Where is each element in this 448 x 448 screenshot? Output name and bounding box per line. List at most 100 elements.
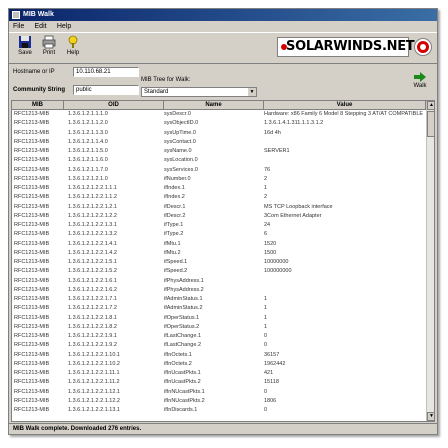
table-row[interactable]: RFC1213-MIB 1.3.6.1.2.1.1.3.0 sysUpTime.0 1… xyxy=(12,129,426,138)
table-row[interactable]: RFC1213-MIB 1.3.6.1.2.1.2.2.1.8.2 ifOperSt… xyxy=(12,323,426,332)
cell-name: ifPhysAddress.1 xyxy=(164,277,204,284)
cell-oid: 1.3.6.1.2.1.1.4.0 xyxy=(68,138,108,145)
column-header-oid[interactable]: OID xyxy=(64,101,164,110)
cell-name: ifAdminStatus.1 xyxy=(164,296,203,302)
cell-name: ifType.1 xyxy=(164,222,184,228)
cell-name: ifInDiscards.1 xyxy=(164,407,198,413)
cell-value: 1.3.6.1.4.1.311.1.1.3.1.2 xyxy=(264,120,324,127)
table-row[interactable]: RFC1213-MIB 1.3.6.1.2.1.2.2.1.6.1 ifPhysAd… xyxy=(12,277,426,286)
table-row[interactable]: RFC1213-MIB 1.3.6.1.2.1.2.2.1.12.1 ifInNUc… xyxy=(12,388,426,397)
cell-mib: RFC1213-MIB xyxy=(14,166,50,173)
cell-oid: 1.3.6.1.2.1.2.2.1.7.2 xyxy=(68,305,117,312)
table-row[interactable]: RFC1213-MIB 1.3.6.1.2.1.2.2.1.1.1 ifIndex.… xyxy=(12,184,426,193)
cell-oid: 1.3.6.1.2.1.2.2.1.7.1 xyxy=(68,296,117,302)
scroll-down-icon[interactable]: ▼ xyxy=(427,412,434,421)
table-row[interactable]: RFC1213-MIB 1.3.6.1.2.1.2.2.1.3.2 ifType.2… xyxy=(12,230,426,239)
host-input[interactable]: 10.110.68.21 xyxy=(73,67,139,77)
cell-name: ifMtu.1 xyxy=(164,240,181,247)
cell-mib: RFC1213-MIB xyxy=(14,407,50,413)
cell-mib: RFC1213-MIB xyxy=(14,249,50,256)
cell-mib: RFC1213-MIB xyxy=(14,296,50,302)
mib-walk-window: MIB Walk File Edit Help Save Print Help … xyxy=(8,8,438,435)
table-row[interactable]: RFC1213-MIB 1.3.6.1.2.1.1.4.0 sysContact.0 xyxy=(12,138,426,147)
table-header: MIB OID Name Value xyxy=(12,101,426,110)
column-header-value[interactable]: Value xyxy=(264,101,426,110)
scroll-up-icon[interactable]: ▲ xyxy=(427,101,434,110)
title-bar[interactable]: MIB Walk xyxy=(9,9,437,21)
cell-mib: RFC1213-MIB xyxy=(14,333,50,339)
table-row[interactable]: RFC1213-MIB 1.3.6.1.2.1.2.2.1.4.2 ifMtu.2 1… xyxy=(12,249,426,258)
cell-mib: RFC1213-MIB xyxy=(14,240,50,247)
table-row[interactable]: RFC1213-MIB 1.3.6.1.2.1.2.2.1.10.1 ifInOct… xyxy=(12,351,426,360)
walk-button[interactable]: Walk xyxy=(409,71,431,97)
cell-value: 0 xyxy=(264,333,268,339)
table-row[interactable]: RFC1213-MIB 1.3.6.1.2.1.2.2.1.10.2 ifInOct… xyxy=(12,360,426,369)
table-row[interactable]: RFC1213-MIB 1.3.6.1.2.1.2.2.1.5.2 ifSpeed.… xyxy=(12,267,426,276)
cell-value: 1 xyxy=(264,185,268,191)
table-row[interactable]: RFC1213-MIB 1.3.6.1.2.1.1.7.0 sysServices.… xyxy=(12,166,426,175)
column-header-mib[interactable]: MIB xyxy=(12,101,64,110)
cell-oid: 1.3.6.1.2.1.2.2.1.11.1 xyxy=(68,370,120,376)
table-row[interactable]: RFC1213-MIB 1.3.6.1.2.1.2.1.0 ifNumber.0 2 xyxy=(12,175,426,184)
table-row[interactable]: RFC1213-MIB 1.3.6.1.2.1.2.2.1.9.1 ifLastCh… xyxy=(12,332,426,341)
cell-value: MS TCP Loopback interface xyxy=(264,203,333,210)
table-row[interactable]: RFC1213-MIB 1.3.6.1.2.1.2.2.1.11.2 ifInUca… xyxy=(12,378,426,387)
mib-tree-select[interactable]: Standard ▼ xyxy=(141,87,257,97)
table-row[interactable]: RFC1213-MIB 1.3.6.1.2.1.2.2.1.12.2 ifInNUc… xyxy=(12,397,426,406)
print-button[interactable]: Print xyxy=(37,35,61,62)
table-row[interactable]: RFC1213-MIB 1.3.6.1.2.1.2.2.1.6.2 ifPhysAd… xyxy=(12,286,426,295)
table-row[interactable]: RFC1213-MIB 1.3.6.1.2.1.2.2.1.3.1 ifType.1… xyxy=(12,221,426,230)
cell-name: ifAdminStatus.2 xyxy=(164,305,203,312)
cell-name: sysUpTime.0 xyxy=(164,129,196,136)
cell-value: 0 xyxy=(264,388,268,395)
table-row[interactable]: RFC1213-MIB 1.3.6.1.2.1.2.2.1.4.1 ifMtu.1 1… xyxy=(12,240,426,249)
table-row[interactable]: RFC1213-MIB 1.3.6.1.2.1.1.6.0 sysLocation.… xyxy=(12,156,426,165)
scroll-thumb[interactable] xyxy=(427,111,434,137)
floppy-disk-icon xyxy=(19,36,31,48)
cell-oid: 1.3.6.1.2.1.2.2.1.4.2 xyxy=(68,249,117,256)
cell-mib: RFC1213-MIB xyxy=(14,277,50,284)
table-row[interactable]: RFC1213-MIB 1.3.6.1.2.1.2.2.1.2.1 ifDescr.… xyxy=(12,203,426,212)
cell-value: 15118 xyxy=(264,379,279,386)
cell-name: sysContact.0 xyxy=(164,138,196,145)
cell-value: 36157 xyxy=(264,351,280,358)
table-row[interactable]: RFC1213-MIB 1.3.6.1.2.1.2.2.1.5.1 ifSpeed.… xyxy=(12,258,426,267)
table-row[interactable]: RFC1213-MIB 1.3.6.1.2.1.2.2.1.2.2 ifDescr.… xyxy=(12,212,426,221)
cell-mib: RFC1213-MIB xyxy=(14,185,50,191)
column-header-name[interactable]: Name xyxy=(164,101,264,110)
table-row[interactable]: RFC1213-MIB 1.3.6.1.2.1.2.2.1.7.2 ifAdminS… xyxy=(12,304,426,313)
community-input[interactable]: public xyxy=(73,85,139,95)
table-row[interactable]: RFC1213-MIB 1.3.6.1.2.1.2.2.1.13.1 ifInDis… xyxy=(12,406,426,415)
table-row[interactable]: RFC1213-MIB 1.3.6.1.2.1.1.2.0 sysObjectID.… xyxy=(12,119,426,128)
table-row[interactable]: RFC1213-MIB 1.3.6.1.2.1.2.2.1.1.2 ifIndex.… xyxy=(12,193,426,202)
cell-name: sysLocation.0 xyxy=(164,157,198,164)
cell-value: 16d 4h xyxy=(264,129,281,136)
table-row[interactable]: RFC1213-MIB 1.3.6.1.2.1.2.2.1.8.1 ifOperSt… xyxy=(12,314,426,323)
table-row[interactable]: RFC1213-MIB 1.3.6.1.2.1.1.5.0 sysName.0 SER… xyxy=(12,147,426,156)
help-button[interactable]: Help xyxy=(61,35,85,62)
menu-help[interactable]: Help xyxy=(53,21,75,32)
cell-mib: RFC1213-MIB xyxy=(14,194,50,201)
menu-edit[interactable]: Edit xyxy=(31,21,51,32)
table-row[interactable]: RFC1213-MIB 1.3.6.1.2.1.2.2.1.7.1 ifAdminS… xyxy=(12,295,426,304)
cell-name: ifInOctets.2 xyxy=(164,360,192,367)
cell-name: ifLastChange.1 xyxy=(164,333,201,339)
cell-mib: RFC1213-MIB xyxy=(14,157,50,164)
window-title: MIB Walk xyxy=(23,11,54,18)
cell-value: 2 xyxy=(264,194,268,201)
vertical-scrollbar[interactable]: ▲ ▼ xyxy=(426,101,434,421)
save-button[interactable]: Save xyxy=(13,35,37,62)
walk-label: Walk xyxy=(413,83,427,89)
cell-mib: RFC1213-MIB xyxy=(14,360,50,367)
cell-value: 10000000 xyxy=(264,259,289,265)
cell-mib: RFC1213-MIB xyxy=(14,314,50,321)
cell-mib: RFC1213-MIB xyxy=(14,111,50,117)
table-row[interactable]: RFC1213-MIB 1.3.6.1.2.1.2.2.1.9.2 ifLastCh… xyxy=(12,341,426,350)
menu-file[interactable]: File xyxy=(9,21,28,32)
table-row[interactable]: RFC1213-MIB 1.3.6.1.2.1.2.2.1.11.1 ifInUca… xyxy=(12,369,426,378)
cell-name: ifPhysAddress.2 xyxy=(164,286,204,293)
cell-oid: 1.3.6.1.2.1.2.2.1.6.1 xyxy=(68,277,117,284)
community-label: Community String xyxy=(13,87,65,93)
cell-oid: 1.3.6.1.2.1.1.5.0 xyxy=(68,148,108,154)
table-row[interactable]: RFC1213-MIB 1.3.6.1.2.1.1.1.0 sysDescr.0 Ha… xyxy=(12,110,426,119)
